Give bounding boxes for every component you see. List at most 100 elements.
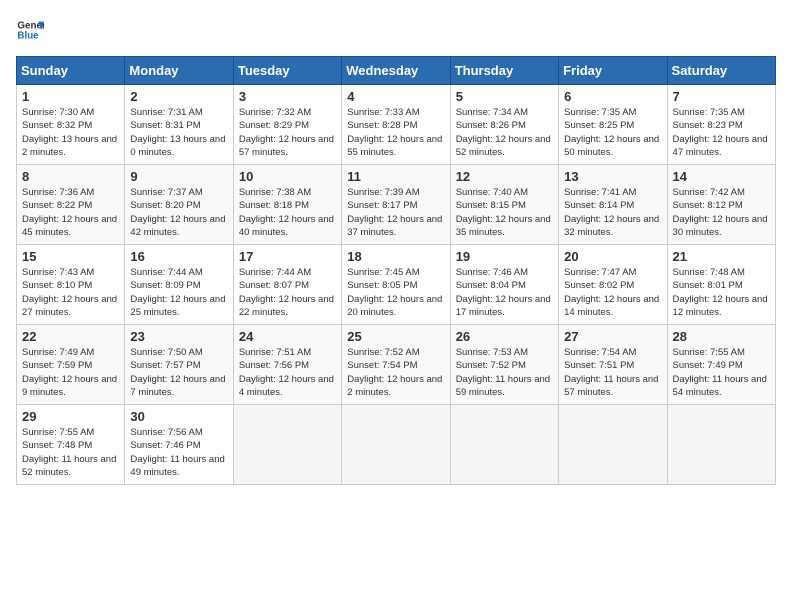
day-info: Sunrise: 7:55 AMSunset: 7:49 PMDaylight:… xyxy=(673,346,770,399)
calendar-cell xyxy=(233,405,341,485)
calendar-cell: 1 Sunrise: 7:30 AMSunset: 8:32 PMDayligh… xyxy=(17,85,125,165)
day-info: Sunrise: 7:31 AMSunset: 8:31 PMDaylight:… xyxy=(130,106,227,159)
day-number: 22 xyxy=(22,329,119,344)
day-number: 12 xyxy=(456,169,553,184)
calendar-cell: 14 Sunrise: 7:42 AMSunset: 8:12 PMDaylig… xyxy=(667,165,775,245)
day-number: 15 xyxy=(22,249,119,264)
day-info: Sunrise: 7:49 AMSunset: 7:59 PMDaylight:… xyxy=(22,346,119,399)
calendar-cell: 15 Sunrise: 7:43 AMSunset: 8:10 PMDaylig… xyxy=(17,245,125,325)
calendar-cell: 20 Sunrise: 7:47 AMSunset: 8:02 PMDaylig… xyxy=(559,245,667,325)
calendar-cell: 13 Sunrise: 7:41 AMSunset: 8:14 PMDaylig… xyxy=(559,165,667,245)
calendar-cell xyxy=(667,405,775,485)
calendar-cell: 7 Sunrise: 7:35 AMSunset: 8:23 PMDayligh… xyxy=(667,85,775,165)
day-info: Sunrise: 7:44 AMSunset: 8:09 PMDaylight:… xyxy=(130,266,227,319)
col-header-saturday: Saturday xyxy=(667,57,775,85)
day-info: Sunrise: 7:40 AMSunset: 8:15 PMDaylight:… xyxy=(456,186,553,239)
day-info: Sunrise: 7:52 AMSunset: 7:54 PMDaylight:… xyxy=(347,346,444,399)
day-info: Sunrise: 7:37 AMSunset: 8:20 PMDaylight:… xyxy=(130,186,227,239)
day-number: 25 xyxy=(347,329,444,344)
calendar-cell: 17 Sunrise: 7:44 AMSunset: 8:07 PMDaylig… xyxy=(233,245,341,325)
day-number: 9 xyxy=(130,169,227,184)
calendar-cell xyxy=(559,405,667,485)
calendar-cell: 4 Sunrise: 7:33 AMSunset: 8:28 PMDayligh… xyxy=(342,85,450,165)
day-number: 18 xyxy=(347,249,444,264)
day-number: 11 xyxy=(347,169,444,184)
day-info: Sunrise: 7:39 AMSunset: 8:17 PMDaylight:… xyxy=(347,186,444,239)
calendar-cell: 23 Sunrise: 7:50 AMSunset: 7:57 PMDaylig… xyxy=(125,325,233,405)
day-info: Sunrise: 7:43 AMSunset: 8:10 PMDaylight:… xyxy=(22,266,119,319)
day-number: 3 xyxy=(239,89,336,104)
calendar-cell: 26 Sunrise: 7:53 AMSunset: 7:52 PMDaylig… xyxy=(450,325,558,405)
calendar-cell xyxy=(342,405,450,485)
calendar-cell: 18 Sunrise: 7:45 AMSunset: 8:05 PMDaylig… xyxy=(342,245,450,325)
day-number: 16 xyxy=(130,249,227,264)
logo-icon: General Blue xyxy=(16,16,44,44)
calendar-cell: 21 Sunrise: 7:48 AMSunset: 8:01 PMDaylig… xyxy=(667,245,775,325)
calendar-cell: 16 Sunrise: 7:44 AMSunset: 8:09 PMDaylig… xyxy=(125,245,233,325)
day-number: 5 xyxy=(456,89,553,104)
day-number: 7 xyxy=(673,89,770,104)
day-info: Sunrise: 7:32 AMSunset: 8:29 PMDaylight:… xyxy=(239,106,336,159)
calendar-week-4: 22 Sunrise: 7:49 AMSunset: 7:59 PMDaylig… xyxy=(17,325,776,405)
calendar-week-2: 8 Sunrise: 7:36 AMSunset: 8:22 PMDayligh… xyxy=(17,165,776,245)
day-number: 8 xyxy=(22,169,119,184)
day-info: Sunrise: 7:47 AMSunset: 8:02 PMDaylight:… xyxy=(564,266,661,319)
logo: General Blue xyxy=(16,16,44,44)
day-number: 26 xyxy=(456,329,553,344)
calendar-cell: 28 Sunrise: 7:55 AMSunset: 7:49 PMDaylig… xyxy=(667,325,775,405)
day-info: Sunrise: 7:54 AMSunset: 7:51 PMDaylight:… xyxy=(564,346,661,399)
calendar-cell: 19 Sunrise: 7:46 AMSunset: 8:04 PMDaylig… xyxy=(450,245,558,325)
day-number: 10 xyxy=(239,169,336,184)
calendar-week-3: 15 Sunrise: 7:43 AMSunset: 8:10 PMDaylig… xyxy=(17,245,776,325)
day-info: Sunrise: 7:55 AMSunset: 7:48 PMDaylight:… xyxy=(22,426,119,479)
header: General Blue xyxy=(16,16,776,44)
calendar-cell: 9 Sunrise: 7:37 AMSunset: 8:20 PMDayligh… xyxy=(125,165,233,245)
calendar-week-1: 1 Sunrise: 7:30 AMSunset: 8:32 PMDayligh… xyxy=(17,85,776,165)
col-header-tuesday: Tuesday xyxy=(233,57,341,85)
calendar-cell: 8 Sunrise: 7:36 AMSunset: 8:22 PMDayligh… xyxy=(17,165,125,245)
calendar-cell: 27 Sunrise: 7:54 AMSunset: 7:51 PMDaylig… xyxy=(559,325,667,405)
col-header-wednesday: Wednesday xyxy=(342,57,450,85)
day-number: 19 xyxy=(456,249,553,264)
day-number: 24 xyxy=(239,329,336,344)
col-header-sunday: Sunday xyxy=(17,57,125,85)
day-number: 21 xyxy=(673,249,770,264)
col-header-friday: Friday xyxy=(559,57,667,85)
calendar-cell: 29 Sunrise: 7:55 AMSunset: 7:48 PMDaylig… xyxy=(17,405,125,485)
col-header-monday: Monday xyxy=(125,57,233,85)
calendar-cell: 30 Sunrise: 7:56 AMSunset: 7:46 PMDaylig… xyxy=(125,405,233,485)
day-number: 29 xyxy=(22,409,119,424)
calendar-cell: 3 Sunrise: 7:32 AMSunset: 8:29 PMDayligh… xyxy=(233,85,341,165)
day-info: Sunrise: 7:34 AMSunset: 8:26 PMDaylight:… xyxy=(456,106,553,159)
day-number: 14 xyxy=(673,169,770,184)
day-info: Sunrise: 7:50 AMSunset: 7:57 PMDaylight:… xyxy=(130,346,227,399)
calendar-cell: 22 Sunrise: 7:49 AMSunset: 7:59 PMDaylig… xyxy=(17,325,125,405)
day-info: Sunrise: 7:48 AMSunset: 8:01 PMDaylight:… xyxy=(673,266,770,319)
day-number: 1 xyxy=(22,89,119,104)
day-number: 13 xyxy=(564,169,661,184)
calendar-week-5: 29 Sunrise: 7:55 AMSunset: 7:48 PMDaylig… xyxy=(17,405,776,485)
day-number: 17 xyxy=(239,249,336,264)
day-number: 6 xyxy=(564,89,661,104)
day-info: Sunrise: 7:33 AMSunset: 8:28 PMDaylight:… xyxy=(347,106,444,159)
calendar-cell: 10 Sunrise: 7:38 AMSunset: 8:18 PMDaylig… xyxy=(233,165,341,245)
day-info: Sunrise: 7:42 AMSunset: 8:12 PMDaylight:… xyxy=(673,186,770,239)
calendar-cell: 24 Sunrise: 7:51 AMSunset: 7:56 PMDaylig… xyxy=(233,325,341,405)
day-info: Sunrise: 7:45 AMSunset: 8:05 PMDaylight:… xyxy=(347,266,444,319)
calendar-cell: 12 Sunrise: 7:40 AMSunset: 8:15 PMDaylig… xyxy=(450,165,558,245)
calendar-cell: 11 Sunrise: 7:39 AMSunset: 8:17 PMDaylig… xyxy=(342,165,450,245)
day-number: 30 xyxy=(130,409,227,424)
calendar-cell: 25 Sunrise: 7:52 AMSunset: 7:54 PMDaylig… xyxy=(342,325,450,405)
calendar-cell: 6 Sunrise: 7:35 AMSunset: 8:25 PMDayligh… xyxy=(559,85,667,165)
day-info: Sunrise: 7:44 AMSunset: 8:07 PMDaylight:… xyxy=(239,266,336,319)
day-number: 23 xyxy=(130,329,227,344)
day-info: Sunrise: 7:36 AMSunset: 8:22 PMDaylight:… xyxy=(22,186,119,239)
day-info: Sunrise: 7:41 AMSunset: 8:14 PMDaylight:… xyxy=(564,186,661,239)
day-number: 20 xyxy=(564,249,661,264)
svg-text:Blue: Blue xyxy=(17,30,39,41)
day-info: Sunrise: 7:35 AMSunset: 8:23 PMDaylight:… xyxy=(673,106,770,159)
day-info: Sunrise: 7:35 AMSunset: 8:25 PMDaylight:… xyxy=(564,106,661,159)
day-number: 28 xyxy=(673,329,770,344)
col-header-thursday: Thursday xyxy=(450,57,558,85)
day-info: Sunrise: 7:30 AMSunset: 8:32 PMDaylight:… xyxy=(22,106,119,159)
